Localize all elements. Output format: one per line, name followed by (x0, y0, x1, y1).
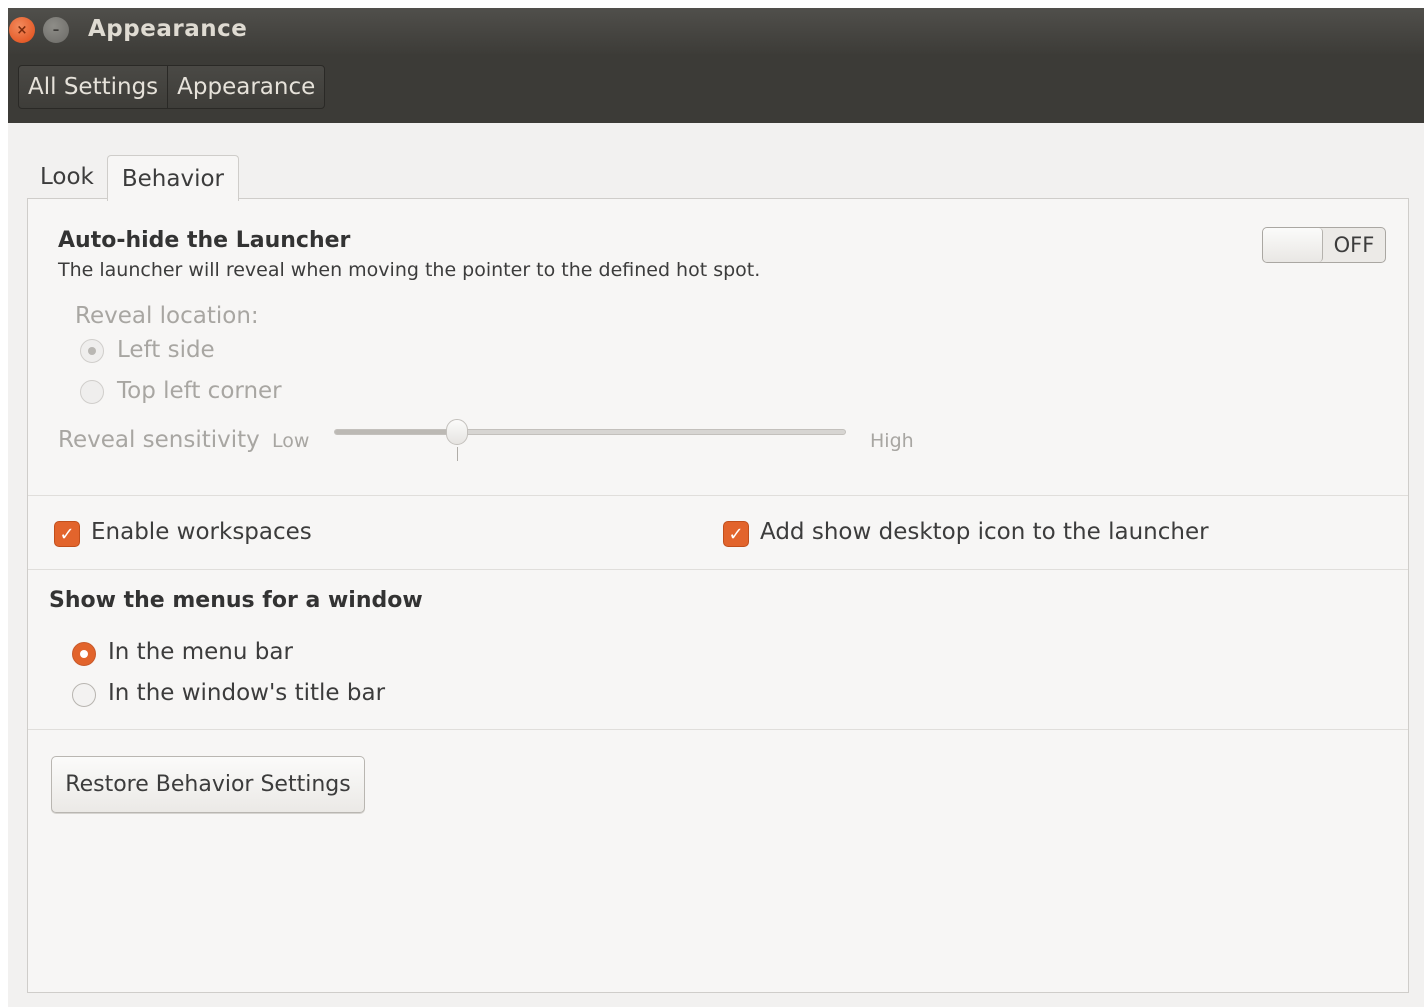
autohide-toggle[interactable]: OFF (1262, 227, 1386, 263)
sensitivity-slider[interactable] (334, 429, 846, 435)
close-icon[interactable]: × (9, 17, 35, 43)
radio-title-bar[interactable] (72, 683, 96, 707)
title-bar-label: In the window's title bar (108, 680, 386, 706)
tab-look[interactable]: Look (27, 154, 107, 200)
tab-behavior[interactable]: Behavior (106, 155, 240, 201)
separator (28, 729, 1408, 730)
sensitivity-low-label: Low (272, 430, 310, 452)
separator (28, 569, 1408, 570)
radio-left-side[interactable] (80, 339, 104, 363)
left-side-label: Left side (117, 337, 215, 363)
autohide-description: The launcher will reveal when moving the… (58, 259, 761, 281)
sensitivity-high-label: High (870, 430, 914, 452)
restore-behavior-button[interactable]: Restore Behavior Settings (51, 756, 365, 813)
toolbar: All Settings Appearance (8, 54, 1424, 123)
breadcrumb-appearance[interactable]: Appearance (167, 66, 324, 108)
radio-top-left-corner[interactable] (80, 380, 104, 404)
breadcrumb-all-settings[interactable]: All Settings (19, 66, 167, 108)
separator (28, 495, 1408, 496)
slider-fill (335, 430, 458, 434)
menus-heading: Show the menus for a window (49, 588, 423, 613)
enable-workspaces-label: Enable workspaces (91, 519, 312, 545)
breadcrumb: All Settings Appearance (18, 65, 326, 109)
title-bar: × – Appearance (8, 8, 1424, 54)
tab-bar: Look Behavior (27, 154, 240, 201)
reveal-sensitivity-label: Reveal sensitivity (58, 427, 260, 453)
checkbox-enable-workspaces[interactable]: ✓ (54, 521, 80, 547)
window-title: Appearance (88, 16, 248, 42)
slider-knob[interactable] (445, 419, 468, 445)
minimize-icon[interactable]: – (43, 17, 69, 43)
top-left-corner-label: Top left corner (117, 378, 282, 404)
checkbox-show-desktop[interactable]: ✓ (723, 521, 749, 547)
autohide-heading: Auto-hide the Launcher (58, 228, 351, 253)
menu-bar-label: In the menu bar (108, 639, 293, 665)
toggle-state-label: OFF (1333, 233, 1375, 257)
slider-mark (456, 447, 458, 461)
appearance-window: × – Appearance All Settings Appearance L… (8, 8, 1424, 1007)
radio-menu-bar[interactable] (72, 642, 96, 666)
reveal-location-label: Reveal location: (75, 303, 259, 329)
behavior-panel: Auto-hide the Launcher The launcher will… (27, 198, 1409, 993)
show-desktop-label: Add show desktop icon to the launcher (760, 519, 1209, 545)
toggle-knob (1263, 228, 1323, 262)
